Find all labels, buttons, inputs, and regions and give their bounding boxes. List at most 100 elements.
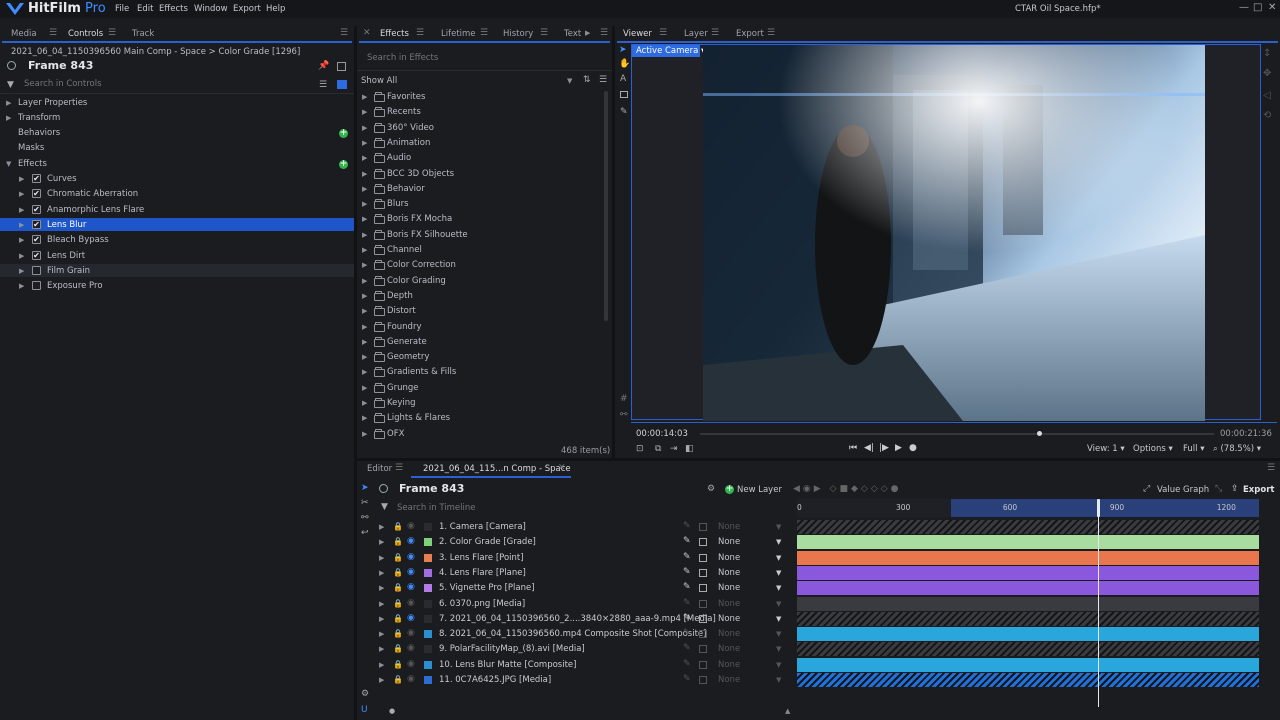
layer-track-bar[interactable] [797, 596, 1259, 611]
blend-mode-icon[interactable] [699, 630, 707, 639]
layer-track-bar[interactable] [797, 565, 1259, 580]
effect-label[interactable]: Film Grain [47, 266, 90, 276]
expand-arrow-icon[interactable]: ▶ [362, 124, 367, 132]
menu-icon[interactable]: ☰ [600, 28, 608, 38]
blend-mode-icon[interactable] [699, 645, 707, 654]
expand-arrow-icon[interactable]: ▶ [379, 569, 384, 577]
snapshot-icon[interactable]: ⊡ [636, 444, 644, 454]
blend-mode-icon[interactable] [699, 614, 707, 623]
expand-arrow-icon[interactable]: ▶ [379, 630, 384, 638]
chevron-down-icon[interactable]: ▼ [776, 661, 781, 669]
edit-pen-icon[interactable]: ✎ [683, 643, 691, 653]
expand-arrow-icon[interactable]: ▶ [379, 600, 384, 608]
chevron-down-icon[interactable]: ▼ [776, 630, 781, 638]
expand-arrow-icon[interactable]: ▶ [362, 292, 367, 300]
menu-export[interactable]: Export [233, 4, 261, 14]
expand-arrow-icon[interactable]: ▶ [6, 114, 11, 122]
export-button[interactable]: Export [1243, 485, 1274, 495]
effect-label[interactable]: Lens Dirt [47, 251, 85, 261]
effect-folder-label[interactable]: Grunge [387, 383, 418, 393]
menu-icon[interactable]: ☰ [395, 463, 403, 473]
expand-arrow-icon[interactable]: ▶ [362, 154, 367, 162]
expand-arrow-icon[interactable]: ▶ [19, 190, 24, 198]
effect-folder-label[interactable]: Keying [387, 398, 416, 408]
collapse-icon[interactable]: ✕ [363, 28, 371, 38]
tab-export[interactable]: Export [736, 29, 764, 39]
expand-arrow-icon[interactable]: ▶ [362, 368, 367, 376]
layer-settings-icon[interactable]: ⚙ [707, 484, 715, 494]
blend-mode-dropdown[interactable]: None [718, 522, 740, 532]
effect-enable-checkbox[interactable]: ✔ [32, 204, 41, 214]
slice-tool-icon[interactable]: ✂ [361, 498, 369, 508]
expand-arrow-icon[interactable]: ▶ [379, 645, 384, 653]
menu-icon[interactable]: ☰ [49, 28, 57, 38]
effect-enable-checkbox[interactable]: ✔ [32, 174, 41, 183]
blend-mode-dropdown[interactable]: None [718, 614, 740, 624]
settings-icon[interactable]: ⚙ [361, 689, 369, 699]
viewer-scrubber[interactable] [700, 433, 1214, 435]
prev-frame-icon[interactable]: ◀| [864, 443, 874, 453]
layer-color-swatch[interactable] [424, 614, 432, 623]
pin-icon[interactable]: 📌 [318, 61, 329, 71]
blend-mode-icon[interactable] [699, 660, 707, 669]
menu-icon[interactable]: ☰ [480, 28, 488, 38]
value-graph-icon[interactable]: ⤢ [1143, 484, 1150, 494]
next-frame-icon[interactable]: |▶ [879, 443, 889, 453]
layer-track-bar[interactable] [797, 673, 1259, 687]
new-layer-button[interactable]: New Layer [737, 485, 782, 495]
expand-arrow-icon[interactable]: ▶ [362, 170, 367, 178]
lock-icon[interactable]: 🔒 [393, 568, 403, 577]
expand-arrow-icon[interactable]: ▶ [19, 221, 24, 229]
menu-icon[interactable]: ☰ [108, 28, 116, 38]
screen-icon[interactable]: ⧉ [655, 444, 661, 454]
active-camera-dropdown[interactable]: Active Camera ▾ [632, 45, 705, 57]
expand-arrow-icon[interactable]: ▶ [362, 353, 367, 361]
layer-name[interactable]: 2. Color Grade [Grade] [439, 537, 536, 547]
chevron-down-icon[interactable]: ▼ [776, 615, 781, 623]
expand-arrow-icon[interactable]: ▶ [379, 584, 384, 592]
menu-effects[interactable]: Effects [159, 4, 188, 14]
close-button[interactable]: ✕ [1268, 2, 1276, 13]
tree-item-label[interactable]: Behaviors [18, 128, 60, 138]
panel-menu-icon[interactable]: ☰ [1267, 463, 1275, 473]
layer-color-swatch[interactable] [424, 568, 432, 577]
text-tool-icon[interactable]: A [620, 74, 626, 84]
layer-name[interactable]: 10. Lens Blur Matte [Composite] [439, 660, 576, 670]
expand-arrow-icon[interactable]: ▶ [362, 139, 367, 147]
effect-folder-label[interactable]: Generate [387, 337, 427, 347]
visibility-eye-icon[interactable]: ◉ [407, 613, 415, 623]
blend-mode-dropdown[interactable]: None [718, 675, 740, 685]
blend-mode-dropdown[interactable]: None [718, 568, 740, 578]
blend-mode-icon[interactable] [699, 676, 707, 684]
expand-arrow-icon[interactable]: ▶ [379, 538, 384, 546]
expand-arrow-icon[interactable]: ▶ [19, 175, 24, 183]
blend-mode-dropdown[interactable]: None [718, 629, 740, 639]
effect-folder-label[interactable]: OFX [387, 429, 404, 439]
chevron-down-icon[interactable]: ▼ [776, 584, 781, 592]
chevron-down-icon[interactable]: ▼ [567, 77, 572, 85]
zoom-slider-dot[interactable]: ● [389, 707, 395, 715]
magnet-icon[interactable]: U [361, 705, 368, 715]
tree-item-label[interactable]: Masks [18, 143, 44, 153]
layer-track-bar[interactable] [797, 550, 1259, 565]
rotate-tool-icon[interactable]: ◁ [1263, 90, 1271, 101]
tab-layer[interactable]: Layer [684, 29, 708, 39]
chevron-down-icon[interactable]: ▼ [776, 600, 781, 608]
effect-enable-checkbox[interactable] [32, 281, 41, 291]
layer-track-bar[interactable] [797, 535, 1259, 550]
zoom-dropdown[interactable]: ⌕ (78.5%) ▾ [1213, 444, 1261, 454]
visibility-eye-icon[interactable]: ◉ [407, 552, 415, 562]
chevron-down-icon[interactable]: ▼ [776, 554, 781, 562]
blend-mode-dropdown[interactable]: None [718, 660, 740, 670]
scale-tool-icon[interactable]: ⟲ [1263, 110, 1271, 121]
tree-item-label[interactable]: Effects [18, 159, 47, 169]
edit-pen-icon[interactable]: ✎ [683, 613, 691, 623]
menu-icon[interactable]: ☰ [659, 28, 667, 38]
effect-label[interactable]: Curves [47, 174, 77, 184]
visibility-eye-icon[interactable]: ◉ [407, 536, 415, 546]
chevron-down-icon[interactable]: ▼ [776, 676, 781, 684]
layer-color-swatch[interactable] [424, 660, 432, 669]
visibility-eye-icon[interactable]: ◉ [407, 567, 415, 577]
effect-folder-label[interactable]: Animation [387, 138, 430, 148]
lock-icon[interactable]: 🔒 [393, 537, 403, 546]
